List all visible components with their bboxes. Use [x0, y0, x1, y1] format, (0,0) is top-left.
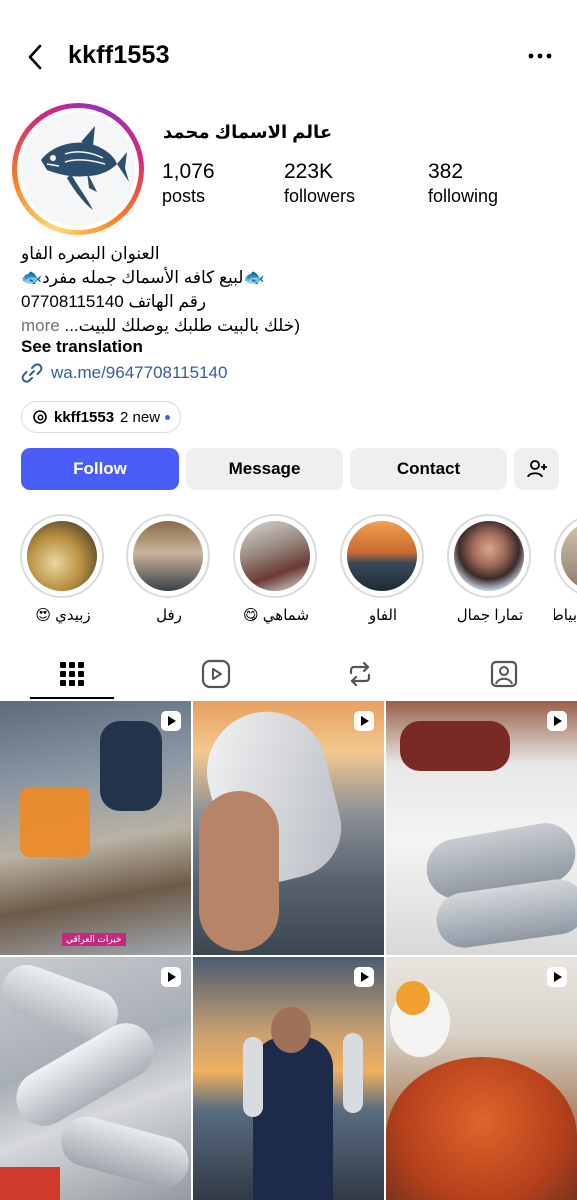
reels-icon [161, 967, 181, 987]
reels-icon [354, 711, 374, 731]
post-meat [400, 721, 510, 771]
tab-reels[interactable] [144, 648, 288, 700]
highlight-item[interactable]: تمارا جمال [447, 514, 533, 624]
message-button[interactable]: Message [186, 448, 343, 490]
bio-link[interactable]: wa.me/9647708115140 [21, 360, 227, 386]
back-button[interactable] [22, 40, 52, 74]
highlight-cover [133, 521, 203, 591]
bio-more-link[interactable]: more [21, 316, 60, 335]
active-tab-indicator [30, 697, 114, 699]
chevron-left-icon [28, 44, 42, 70]
post-basket [20, 787, 90, 857]
post-person [253, 1037, 333, 1200]
reels-icon [354, 967, 374, 987]
tab-tagged[interactable] [432, 648, 576, 700]
grid-post[interactable] [386, 957, 577, 1200]
grid-post[interactable] [193, 701, 384, 955]
threads-icon [33, 410, 47, 424]
bio-line: رقم الهاتف 07708115140 [21, 292, 207, 311]
reels-icon [547, 967, 567, 987]
following-count: 382 [428, 160, 464, 183]
link-icon [21, 363, 43, 383]
profile-header: kkff1553 [0, 34, 577, 80]
reels-icon [547, 711, 567, 731]
post-crate [0, 1167, 60, 1200]
highlight-cover [561, 521, 577, 591]
post-fish [343, 1033, 363, 1113]
highlight-label: تمارا جمال [456, 607, 524, 624]
threads-new-count: 2 new [120, 408, 161, 426]
highlight-label: رفل [156, 607, 182, 624]
highlight-item[interactable]: رفل [126, 514, 212, 624]
highlight-label: شماهي 😋 [242, 607, 310, 624]
profile-username: kkff1553 [68, 41, 170, 69]
grid-icon [60, 662, 84, 686]
threads-username: kkff1553 [54, 408, 115, 426]
bio-line: (خلك بالبيت طلبك يوصلك للبيت... [64, 316, 300, 335]
profile-tabs [0, 648, 577, 700]
highlight-item[interactable]: شماهي 😋 [233, 514, 319, 624]
follow-button[interactable]: Follow [21, 448, 179, 490]
tab-reposts[interactable] [288, 648, 432, 700]
posts-count: 1,076 [162, 160, 215, 183]
highlight-cover [240, 521, 310, 591]
tab-posts[interactable] [0, 648, 144, 700]
following-stat[interactable]: 382 following [428, 160, 498, 207]
post-overlay-text: خيرات العراقي [62, 933, 126, 946]
post-face [271, 1007, 311, 1053]
more-options-button[interactable] [525, 44, 555, 68]
highlight-label: الفاو [368, 607, 398, 624]
post-person [100, 721, 162, 811]
add-user-icon [526, 460, 547, 478]
new-dot [165, 414, 171, 420]
reels-icon [161, 711, 181, 731]
posts-label: posts [162, 186, 206, 206]
posts-stat[interactable]: 1,076 posts [162, 160, 215, 207]
highlight-cover [27, 521, 97, 591]
post-hand [199, 791, 279, 951]
display-name: عالم الاسماك محمد [163, 122, 333, 142]
followers-label: followers [284, 186, 356, 206]
highlight-cover [454, 521, 524, 591]
post-stew [386, 1057, 577, 1200]
highlight-item[interactable]: بياط [554, 514, 577, 624]
bio-link-text: wa.me/9647708115140 [51, 363, 228, 382]
highlight-item[interactable]: زبيدي 😍 [20, 514, 106, 624]
bio-line-truncated: more (خلك بالبيت طلبك يوصلك للبيت... [21, 314, 561, 338]
avatar [21, 112, 135, 226]
bio-line: العنوان البصره الفاو [21, 244, 160, 263]
threads-badge[interactable]: kkff1553 2 new [21, 401, 182, 433]
post-orange [396, 981, 430, 1015]
repost-icon [349, 661, 371, 687]
posts-grid: خيرات العراقي [0, 701, 577, 1200]
grid-post[interactable] [193, 957, 384, 1200]
fish-logo-icon [41, 126, 129, 210]
following-label: following [428, 186, 499, 206]
bio: العنوان البصره الفاو 🐟لبيع كافه الأسماك … [21, 242, 561, 338]
post-fish [243, 1037, 263, 1117]
reels-icon [201, 659, 231, 689]
highlight-item[interactable]: الفاو [340, 514, 426, 624]
suggested-users-button[interactable] [514, 448, 559, 490]
highlight-cover [347, 521, 417, 591]
bio-line: 🐟لبيع كافه الأسماك جمله مفرد🐟 [21, 268, 265, 287]
story-ring[interactable] [12, 103, 144, 235]
tagged-icon [490, 660, 518, 688]
contact-button[interactable]: Contact [350, 448, 507, 490]
highlight-label: بياط [554, 607, 577, 624]
grid-post[interactable] [386, 701, 577, 955]
grid-post[interactable] [0, 957, 191, 1200]
grid-post[interactable]: خيرات العراقي [0, 701, 191, 955]
see-translation-link[interactable]: See translation [21, 337, 143, 357]
followers-stat[interactable]: 223K followers [284, 160, 355, 207]
followers-count: 223K [284, 160, 334, 183]
more-horizontal-icon [528, 53, 552, 59]
highlight-label: زبيدي 😍 [35, 607, 91, 624]
post-fish [55, 1111, 191, 1193]
